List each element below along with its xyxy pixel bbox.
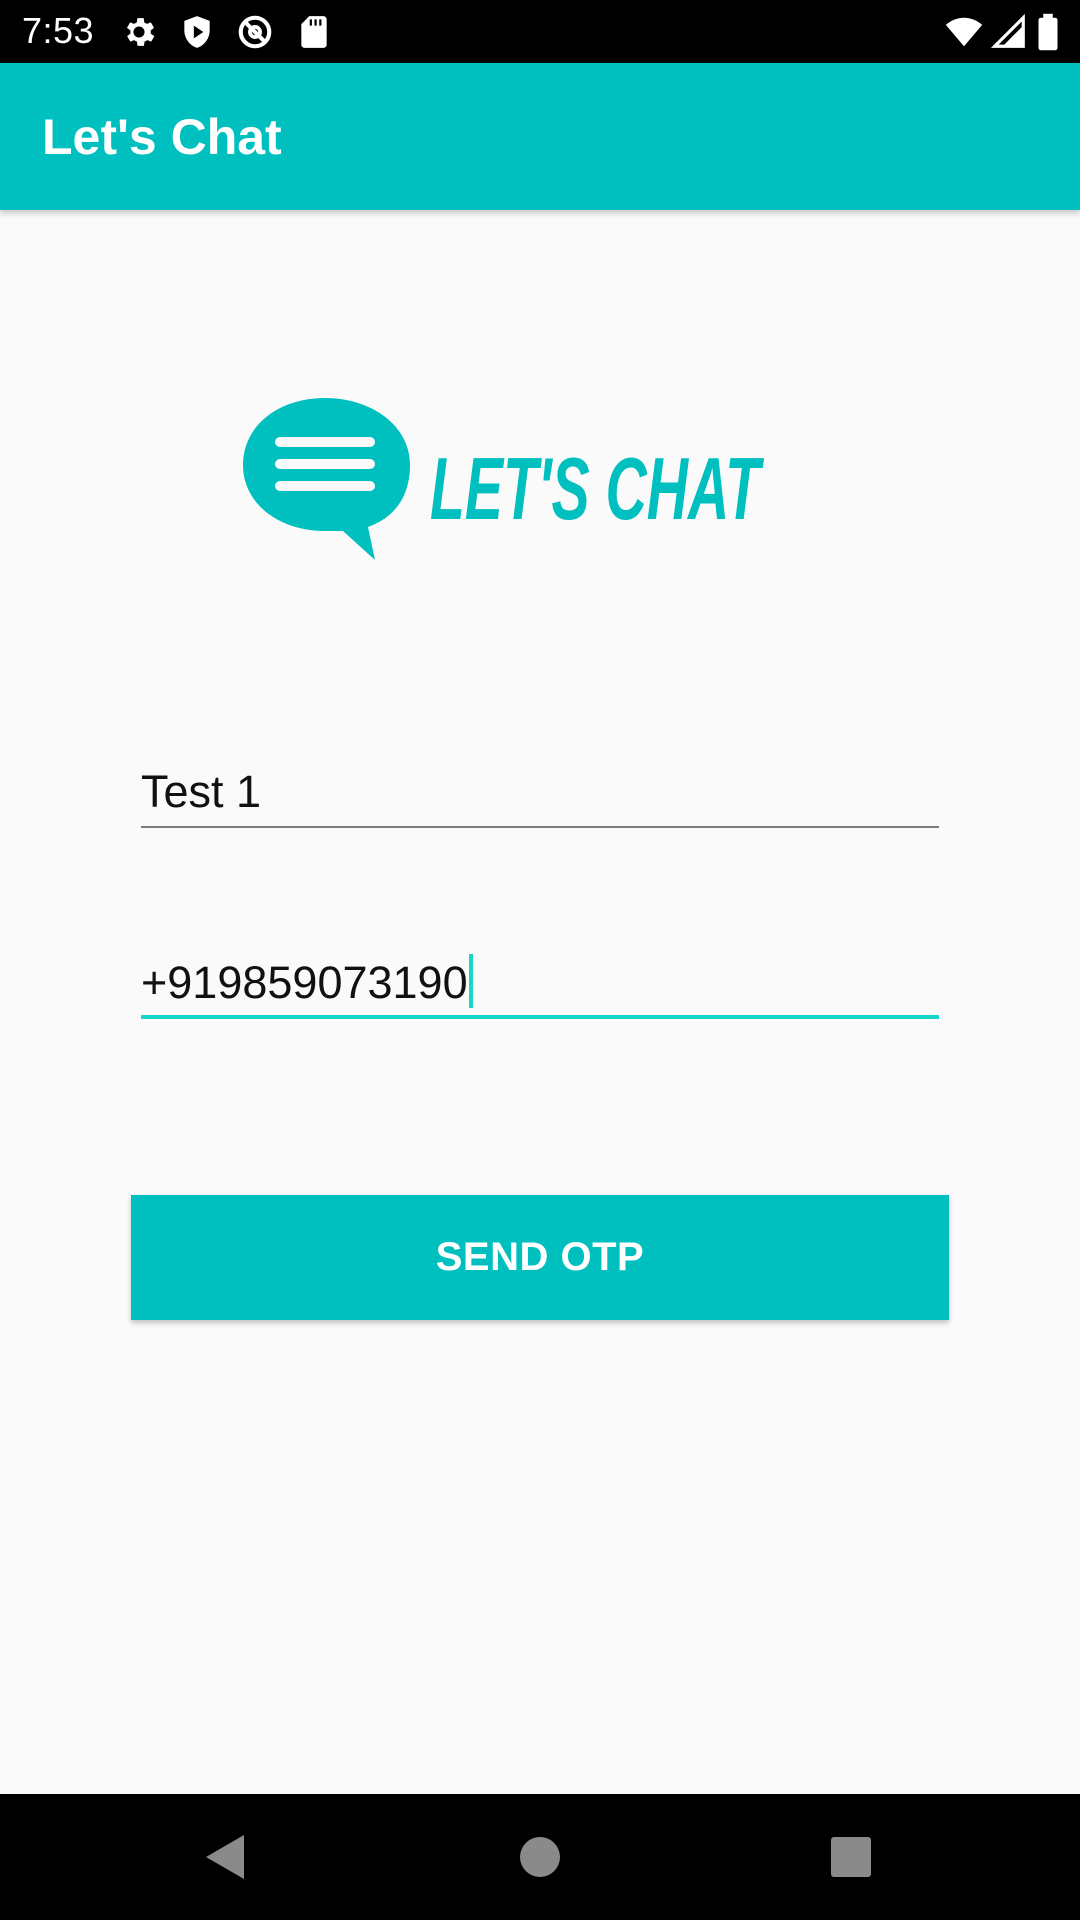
phone-field-underline bbox=[141, 1015, 939, 1019]
chat-bubble-icon bbox=[243, 398, 410, 560]
phone-field[interactable]: +919859073190 bbox=[141, 940, 939, 1019]
phone-input-container: +919859073190 bbox=[141, 954, 473, 1009]
back-icon[interactable] bbox=[198, 1829, 254, 1885]
name-input-value: Test 1 bbox=[141, 766, 262, 817]
app-bar: Let's Chat bbox=[0, 63, 1080, 210]
logo-wordmark: LET'S CHAT bbox=[430, 439, 764, 538]
app-title: Let's Chat bbox=[42, 109, 282, 165]
shield-play-icon bbox=[178, 13, 216, 51]
wifi-icon bbox=[942, 13, 986, 51]
text-caret bbox=[468, 954, 473, 1008]
navigation-bar bbox=[0, 1794, 1080, 1920]
status-time: 7:53 bbox=[22, 10, 95, 51]
cell-signal-icon bbox=[990, 13, 1028, 51]
at-sign-icon bbox=[236, 13, 274, 51]
status-bar: 7:53 bbox=[0, 0, 1080, 63]
phone-input-value: +919859073190 bbox=[141, 957, 468, 1008]
lets-chat-logo: LET'S CHAT bbox=[240, 395, 770, 560]
name-field-underline bbox=[141, 826, 939, 828]
login-screen: 7:53 Let's Chat LET'S CHAT Test 1 +91985… bbox=[0, 0, 1080, 1920]
send-otp-button[interactable]: SEND OTP bbox=[131, 1195, 949, 1320]
home-icon[interactable] bbox=[512, 1829, 568, 1885]
gear-icon bbox=[120, 13, 158, 51]
battery-icon bbox=[1035, 13, 1061, 51]
name-field[interactable]: Test 1 bbox=[141, 750, 939, 828]
sd-card-icon bbox=[295, 13, 333, 51]
recents-icon[interactable] bbox=[823, 1829, 879, 1885]
